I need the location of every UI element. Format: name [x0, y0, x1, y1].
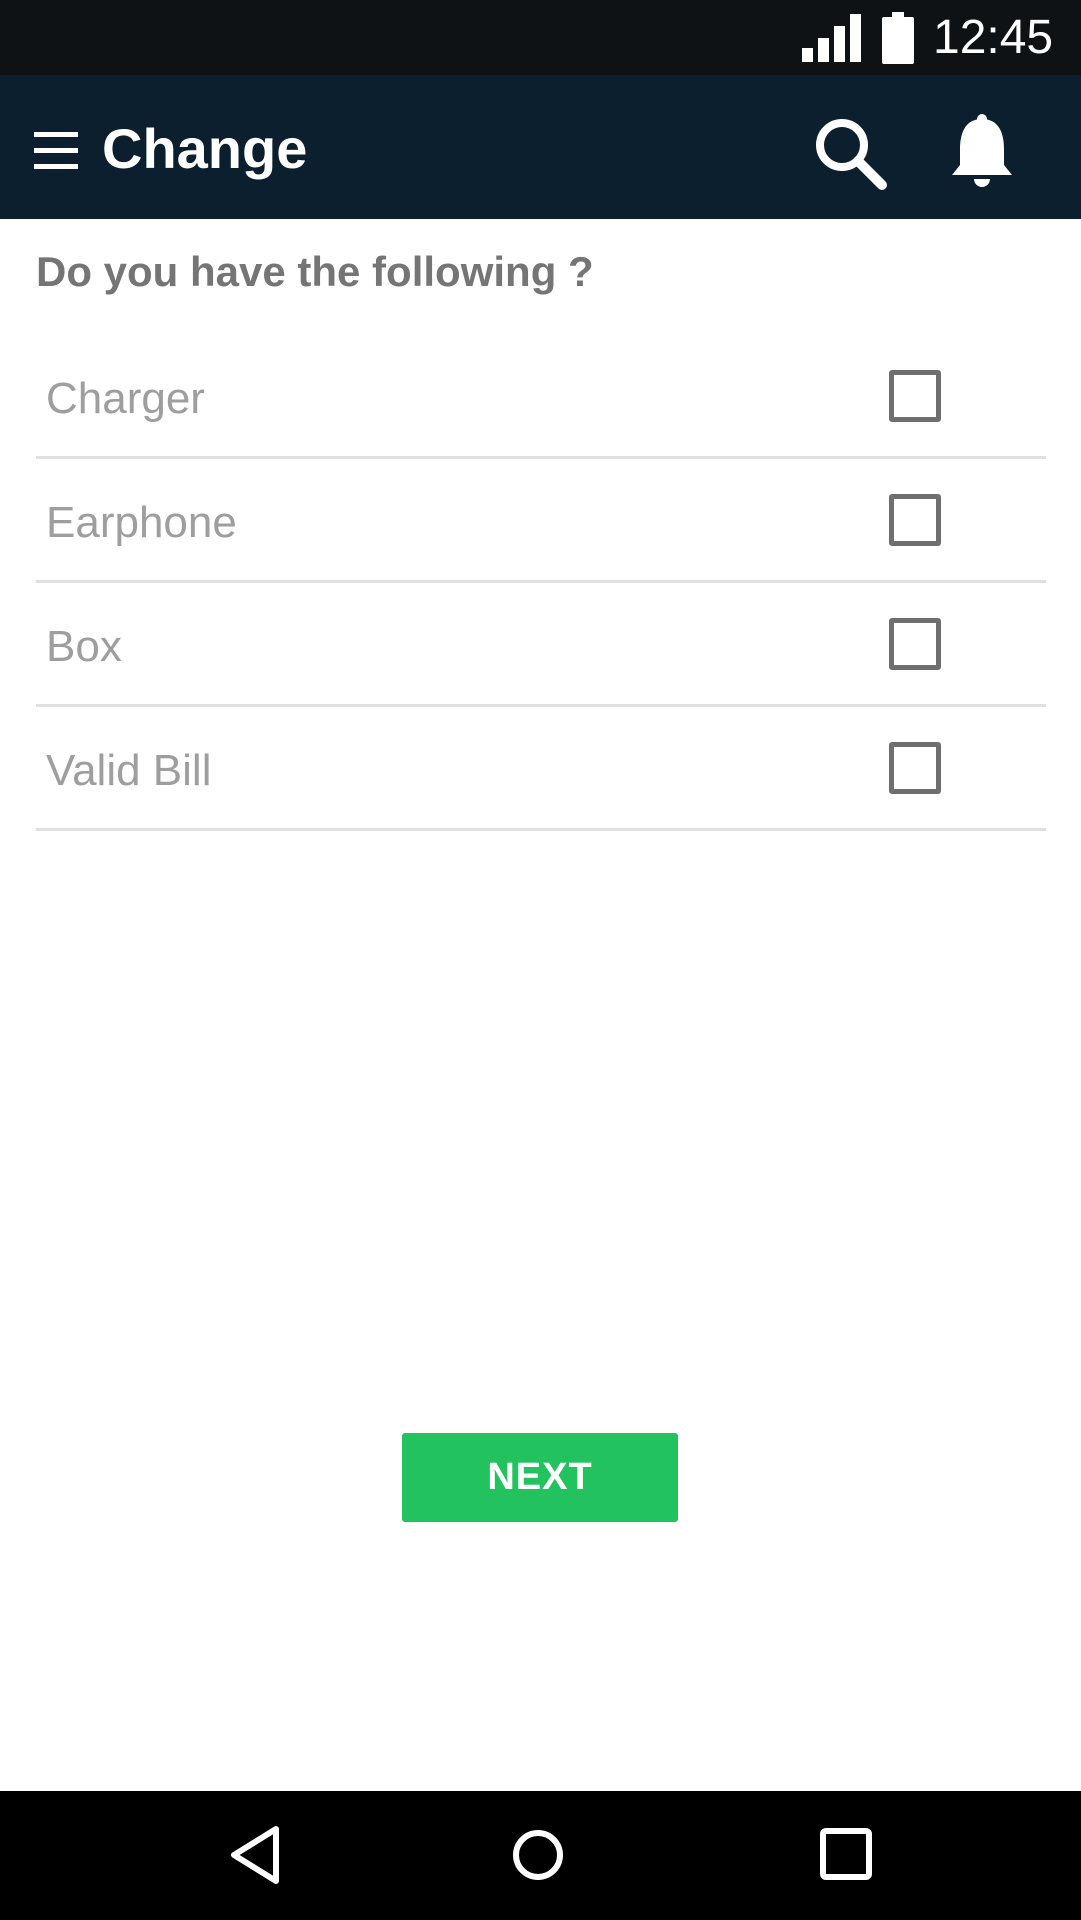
checklist-item-charger[interactable]: Charger: [36, 335, 1046, 459]
next-button[interactable]: NEXT: [402, 1433, 678, 1522]
page-title: Change: [102, 117, 308, 180]
status-time: 12:45: [933, 11, 1054, 64]
question-heading: Do you have the following ?: [36, 248, 594, 295]
navigation-bar: [0, 1791, 1081, 1920]
checklist-item-valid-bill[interactable]: Valid Bill: [36, 707, 1046, 831]
recents-icon[interactable]: [818, 1825, 874, 1885]
status-bar: 12:45: [0, 0, 1081, 75]
checkbox[interactable]: [889, 742, 941, 794]
checklist-item-label: Charger: [46, 374, 205, 423]
back-icon[interactable]: [226, 1823, 284, 1887]
battery-icon: [882, 12, 914, 64]
checkbox[interactable]: [889, 370, 941, 422]
checklist-item-label: Earphone: [46, 498, 237, 547]
checkbox[interactable]: [889, 618, 941, 670]
checklist: Charger Earphone Box Valid Bill: [36, 335, 1046, 831]
checkbox[interactable]: [889, 494, 941, 546]
menu-icon[interactable]: [34, 130, 78, 170]
checklist-item-label: Valid Bill: [46, 746, 212, 795]
app-bar: Change: [0, 75, 1081, 219]
screen: 12:45 Change Do you have the following ?…: [0, 0, 1081, 1920]
checklist-item-earphone[interactable]: Earphone: [36, 459, 1046, 583]
signal-icon: [802, 14, 861, 62]
checklist-item-box[interactable]: Box: [36, 583, 1046, 707]
checklist-item-label: Box: [46, 622, 122, 671]
search-icon[interactable]: [812, 115, 888, 191]
bell-icon[interactable]: [950, 113, 1014, 189]
home-icon[interactable]: [511, 1823, 565, 1887]
